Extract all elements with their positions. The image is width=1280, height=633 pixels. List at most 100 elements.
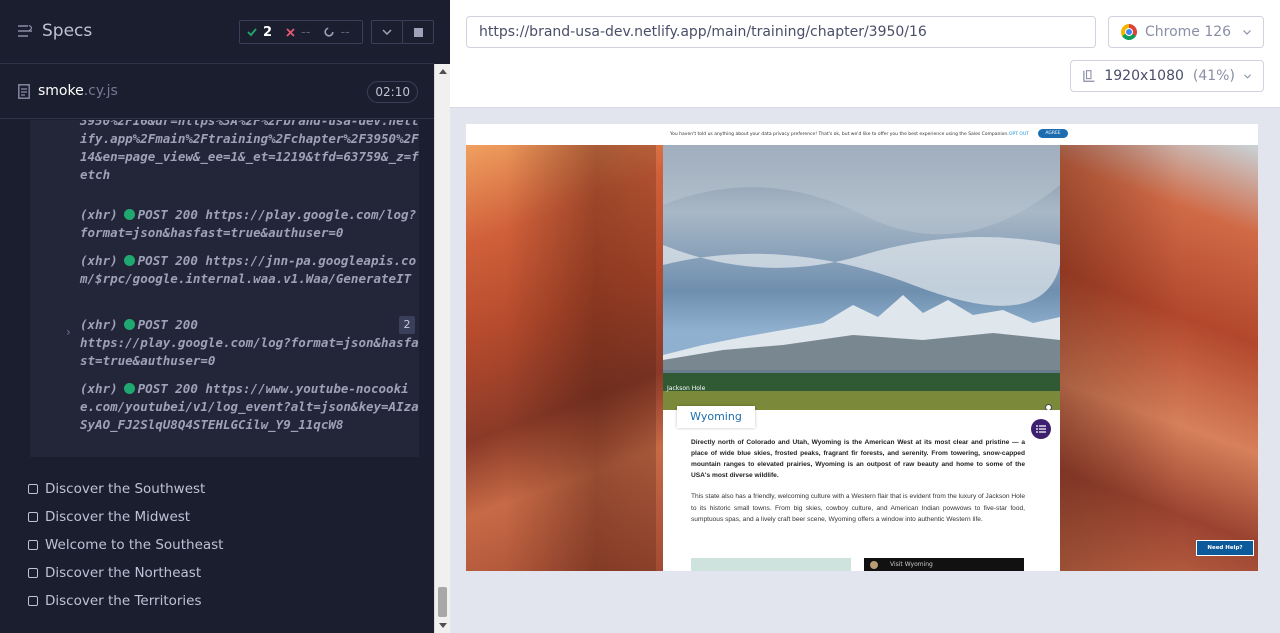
status-dot xyxy=(123,319,135,330)
reporter-header: Specs 2 -- -- xyxy=(0,0,434,64)
spec-ext: .cy.js xyxy=(83,83,118,99)
aut-iframe[interactable]: You haven't told us anything about your … xyxy=(466,124,1258,571)
log-kind: (xhr) xyxy=(80,253,118,268)
stop-button[interactable] xyxy=(402,20,434,44)
command-log: 3950%2F16&dr=https%3A%2F%2Fbrand-usa-dev… xyxy=(0,120,434,610)
viewport-selector[interactable]: 1920x1080 (41%) xyxy=(1070,60,1264,92)
passed-count: 2 xyxy=(263,24,273,40)
state-title: Wyoming xyxy=(677,406,755,428)
log-entry[interactable]: (xhr) POST 200 https://jnn-pa.googleapis.… xyxy=(80,252,419,288)
test-title: Discover the Southwest xyxy=(45,481,206,497)
log-entry[interactable]: (xhr) POST 200 https://www.youtube-nocook… xyxy=(80,380,419,434)
viewport-scale: (41%) xyxy=(1192,68,1235,84)
chevron-down-icon xyxy=(1243,29,1251,35)
log-method: POST 200 xyxy=(137,381,198,396)
pending-count: -- xyxy=(340,24,350,40)
command-log-box: 3950%2F16&dr=https%3A%2F%2Fbrand-usa-dev… xyxy=(30,120,419,457)
log-url: https://play.google.com/log?format=json&… xyxy=(80,335,419,368)
test-title: Discover the Midwest xyxy=(45,509,191,525)
consent-message: You haven't told us anything about your … xyxy=(670,132,1009,137)
specs-toggle[interactable]: Specs xyxy=(18,21,92,41)
scroll-down-icon[interactable] xyxy=(439,623,447,628)
chevron-right-icon[interactable]: › xyxy=(66,325,71,339)
run-stats: 2 -- -- xyxy=(239,20,363,44)
chrome-icon xyxy=(1121,24,1137,40)
test-item[interactable]: Discover the Territories xyxy=(28,587,223,610)
failed-stat: -- xyxy=(279,21,317,43)
status-dot xyxy=(123,209,135,220)
video-thumbnail[interactable]: Visit Wyoming xyxy=(864,558,1024,571)
test-item[interactable]: Discover the Southwest xyxy=(28,475,223,503)
table-of-contents-button[interactable] xyxy=(1031,419,1051,439)
menu-icon xyxy=(18,25,32,37)
scroll-thumb[interactable] xyxy=(438,587,447,617)
log-kind: (xhr) xyxy=(80,317,118,332)
log-kind: (xhr) xyxy=(80,381,118,396)
list-icon xyxy=(1036,425,1046,433)
test-title: Discover the Territories xyxy=(45,593,202,609)
check-icon xyxy=(247,28,257,37)
log-entry[interactable]: (xhr) POST 200 https://play.google.com/lo… xyxy=(80,316,419,370)
status-dot xyxy=(123,255,135,266)
reporter-scrollbar[interactable] xyxy=(434,64,450,633)
x-icon xyxy=(286,27,295,37)
status-dot xyxy=(123,383,135,394)
document-icon xyxy=(18,83,30,99)
test-item[interactable]: Welcome to the Southeast xyxy=(28,531,223,559)
spec-file: smoke.cy.js xyxy=(18,83,118,99)
hero-caption: Jackson Hole xyxy=(667,385,706,392)
failed-count: -- xyxy=(301,24,311,40)
log-method: POST 200 xyxy=(137,253,198,268)
pending-test-icon xyxy=(28,540,38,550)
specs-title: Specs xyxy=(42,21,93,41)
log-count-badge: 2 xyxy=(399,316,415,334)
canyon-background-left xyxy=(466,145,663,571)
map-thumbnail[interactable] xyxy=(691,558,851,571)
log-method: POST 200 xyxy=(137,317,198,332)
spec-duration: 02:10 xyxy=(367,81,418,103)
pending-test-icon xyxy=(28,512,38,522)
opt-out-link[interactable]: OPT OUT xyxy=(1009,132,1029,137)
ruler-icon xyxy=(1083,70,1095,82)
hero-image: Jackson Hole xyxy=(663,145,1060,410)
agree-button[interactable]: AGREE xyxy=(1038,129,1068,138)
browser-selector[interactable]: Chrome 126 xyxy=(1108,16,1264,48)
log-kind: (xhr) xyxy=(80,207,118,222)
preview-header: https://brand-usa-dev.netlify.app/main/t… xyxy=(450,0,1280,108)
test-item[interactable]: Discover the Northeast xyxy=(28,559,223,587)
test-list: Discover the Southwest Discover the Midw… xyxy=(28,475,223,610)
pending-test-icon xyxy=(28,568,38,578)
browser-label: Chrome 126 xyxy=(1145,24,1232,40)
log-entry[interactable]: 3950%2F16&dr=https%3A%2F%2Fbrand-usa-dev… xyxy=(80,120,419,184)
spec-file-row[interactable]: smoke.cy.js 02:10 xyxy=(0,65,434,119)
spec-name: smoke xyxy=(38,83,84,99)
pending-stat: -- xyxy=(317,21,356,43)
reporter-panel: Specs 2 -- -- smoke.cy.js 02:10 3950%2F1… xyxy=(0,0,450,633)
passed-stat: 2 xyxy=(240,21,279,43)
url-field[interactable]: https://brand-usa-dev.netlify.app/main/t… xyxy=(466,16,1096,48)
pending-icon xyxy=(324,27,335,37)
chevron-down-icon xyxy=(382,29,392,35)
log-method: POST 200 xyxy=(137,207,198,222)
body-paragraph: This state also has a friendly, welcomin… xyxy=(691,493,1025,523)
test-title: Welcome to the Southeast xyxy=(45,537,224,553)
chevron-down-icon xyxy=(1244,73,1251,79)
test-title: Discover the Northeast xyxy=(45,565,202,581)
channel-avatar xyxy=(870,561,878,569)
zoom-icon[interactable] xyxy=(1045,404,1052,410)
pending-test-icon xyxy=(28,596,38,606)
viewport-size: 1920x1080 xyxy=(1104,68,1184,84)
lead-paragraph: Directly north of Colorado and Utah, Wyo… xyxy=(691,439,1025,479)
need-help-button[interactable]: Need Help? xyxy=(1196,540,1254,556)
log-entry[interactable]: (xhr) POST 200 https://play.google.com/lo… xyxy=(80,206,419,242)
pending-test-icon xyxy=(28,484,38,494)
video-title: Visit Wyoming xyxy=(890,561,933,568)
test-item[interactable]: Discover the Midwest xyxy=(28,503,223,531)
chapter-content: Jackson Hole Wyoming Directly north of C… xyxy=(663,145,1060,571)
log-url: 3950%2F16&dr=https%3A%2F%2Fbrand-usa-dev… xyxy=(80,120,419,182)
canyon-background-right xyxy=(1060,145,1258,571)
stop-icon xyxy=(413,27,423,37)
consent-banner: You haven't told us anything about your … xyxy=(466,124,1258,145)
scroll-up-icon[interactable] xyxy=(439,69,447,74)
expand-button[interactable] xyxy=(371,20,403,44)
